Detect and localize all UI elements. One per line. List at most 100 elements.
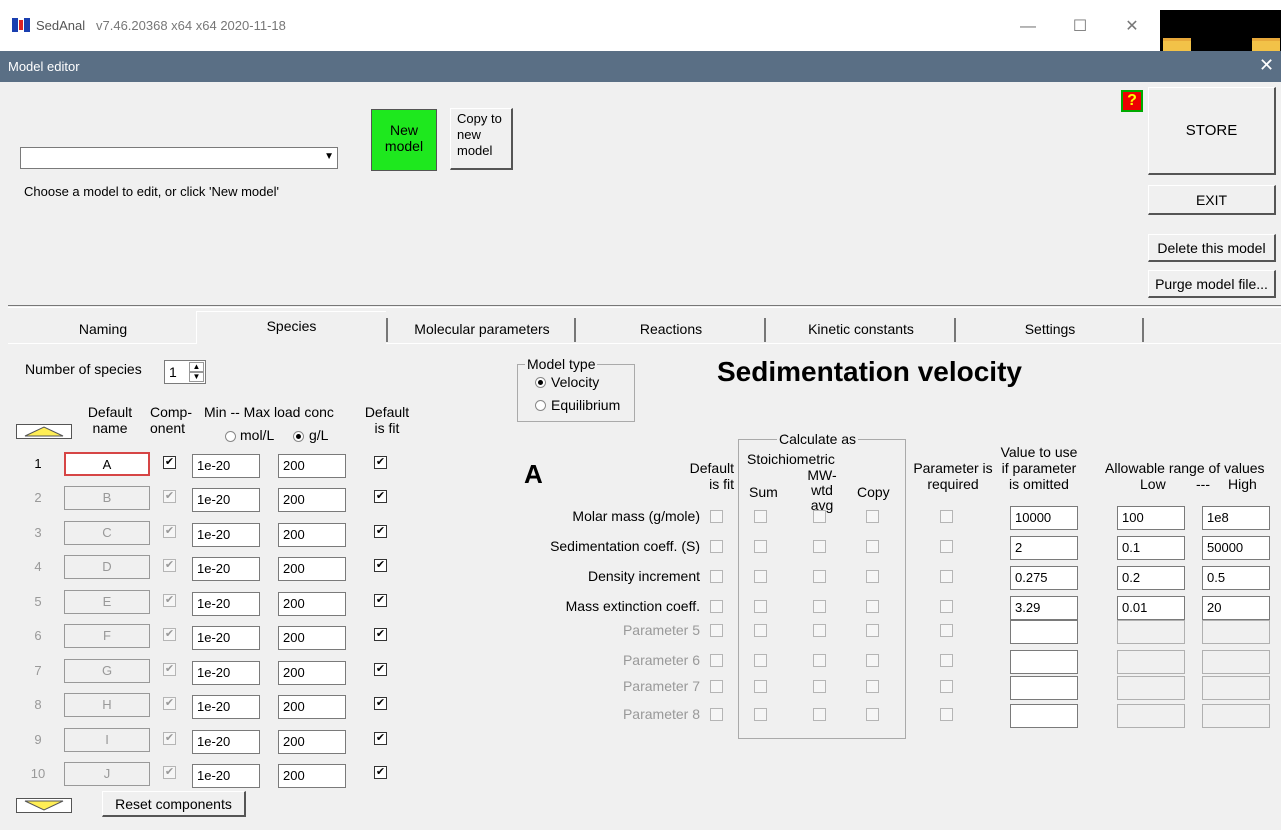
max-load-conc-input[interactable]: 200 bbox=[278, 488, 346, 512]
range-high-input[interactable] bbox=[1202, 676, 1270, 700]
default-fit-checkbox[interactable]: ✔ bbox=[374, 697, 387, 710]
range-low-input[interactable] bbox=[1117, 620, 1185, 644]
unit-g-radio[interactable] bbox=[293, 431, 304, 442]
omitted-value-input[interactable] bbox=[1010, 704, 1078, 728]
range-high-input[interactable] bbox=[1202, 650, 1270, 674]
required-checkbox[interactable] bbox=[940, 708, 953, 721]
range-low-input[interactable] bbox=[1117, 676, 1185, 700]
range-low-input[interactable] bbox=[1117, 650, 1185, 674]
mw-wtd-checkbox[interactable] bbox=[813, 570, 826, 583]
default-fit-checkbox[interactable]: ✔ bbox=[374, 663, 387, 676]
min-load-conc-input[interactable]: 1e-20 bbox=[192, 661, 260, 685]
min-load-conc-input[interactable]: 1e-20 bbox=[192, 454, 260, 478]
min-load-conc-input[interactable]: 1e-20 bbox=[192, 557, 260, 581]
copy-checkbox[interactable] bbox=[866, 624, 879, 637]
range-low-input[interactable]: 0.2 bbox=[1117, 566, 1185, 590]
sum-checkbox[interactable] bbox=[754, 540, 767, 553]
component-checkbox[interactable]: ✔ bbox=[163, 456, 176, 469]
sum-checkbox[interactable] bbox=[754, 624, 767, 637]
required-checkbox[interactable] bbox=[940, 540, 953, 553]
new-model-button[interactable]: New model bbox=[371, 109, 437, 171]
maximize-button[interactable]: ☐ bbox=[1060, 14, 1100, 40]
unit-mol-radio[interactable] bbox=[225, 431, 236, 442]
delete-model-button[interactable]: Delete this model bbox=[1148, 234, 1276, 262]
min-load-conc-input[interactable]: 1e-20 bbox=[192, 730, 260, 754]
min-load-conc-input[interactable]: 1e-20 bbox=[192, 523, 260, 547]
mw-wtd-checkbox[interactable] bbox=[813, 654, 826, 667]
mw-wtd-checkbox[interactable] bbox=[813, 708, 826, 721]
range-high-input[interactable]: 0.5 bbox=[1202, 566, 1270, 590]
range-high-input[interactable] bbox=[1202, 620, 1270, 644]
range-low-input[interactable]: 0.01 bbox=[1117, 596, 1185, 620]
max-load-conc-input[interactable]: 200 bbox=[278, 730, 346, 754]
spinner-down-icon[interactable]: ▼ bbox=[189, 372, 204, 382]
max-load-conc-input[interactable]: 200 bbox=[278, 764, 346, 788]
tab-settings[interactable]: Settings bbox=[958, 315, 1142, 343]
default-fit-checkbox[interactable]: ✔ bbox=[374, 732, 387, 745]
required-checkbox[interactable] bbox=[940, 600, 953, 613]
required-checkbox[interactable] bbox=[940, 680, 953, 693]
max-load-conc-input[interactable]: 200 bbox=[278, 592, 346, 616]
param-default-fit-checkbox[interactable] bbox=[710, 600, 723, 613]
copy-checkbox[interactable] bbox=[866, 510, 879, 523]
mw-wtd-checkbox[interactable] bbox=[813, 600, 826, 613]
scroll-up-arrow-icon[interactable] bbox=[16, 424, 72, 439]
mw-wtd-checkbox[interactable] bbox=[813, 624, 826, 637]
copy-checkbox[interactable] bbox=[866, 540, 879, 553]
sum-checkbox[interactable] bbox=[754, 600, 767, 613]
sum-checkbox[interactable] bbox=[754, 708, 767, 721]
default-fit-checkbox[interactable]: ✔ bbox=[374, 525, 387, 538]
copy-checkbox[interactable] bbox=[866, 570, 879, 583]
close-window-button[interactable]: ✕ bbox=[1112, 14, 1152, 40]
param-default-fit-checkbox[interactable] bbox=[710, 624, 723, 637]
velocity-radio[interactable] bbox=[535, 377, 546, 388]
min-load-conc-input[interactable]: 1e-20 bbox=[192, 626, 260, 650]
mw-wtd-checkbox[interactable] bbox=[813, 510, 826, 523]
max-load-conc-input[interactable]: 200 bbox=[278, 626, 346, 650]
default-fit-checkbox[interactable]: ✔ bbox=[374, 456, 387, 469]
max-load-conc-input[interactable]: 200 bbox=[278, 661, 346, 685]
mw-wtd-checkbox[interactable] bbox=[813, 540, 826, 553]
number-of-species-spinner[interactable]: 1 ▲ ▼ bbox=[164, 360, 206, 384]
sum-checkbox[interactable] bbox=[754, 510, 767, 523]
max-load-conc-input[interactable]: 200 bbox=[278, 557, 346, 581]
copy-checkbox[interactable] bbox=[866, 654, 879, 667]
spinner-up-icon[interactable]: ▲ bbox=[189, 362, 204, 372]
purge-model-file-button[interactable]: Purge model file... bbox=[1148, 270, 1276, 298]
tab-reactions[interactable]: Reactions bbox=[578, 315, 764, 343]
tab-naming[interactable]: Naming bbox=[10, 315, 196, 343]
minimize-button[interactable]: — bbox=[1008, 14, 1048, 40]
omitted-value-input[interactable]: 0.275 bbox=[1010, 566, 1078, 590]
copy-checkbox[interactable] bbox=[866, 600, 879, 613]
default-fit-checkbox[interactable]: ✔ bbox=[374, 594, 387, 607]
omitted-value-input[interactable]: 2 bbox=[1010, 536, 1078, 560]
omitted-value-input[interactable]: 10000 bbox=[1010, 506, 1078, 530]
min-load-conc-input[interactable]: 1e-20 bbox=[192, 592, 260, 616]
param-default-fit-checkbox[interactable] bbox=[710, 510, 723, 523]
tab-molecular-parameters[interactable]: Molecular parameters bbox=[392, 315, 572, 343]
store-button[interactable]: STORE bbox=[1148, 87, 1276, 175]
tab-species[interactable]: Species bbox=[196, 311, 386, 344]
sum-checkbox[interactable] bbox=[754, 680, 767, 693]
model-select[interactable]: ▼ bbox=[20, 147, 338, 169]
copy-checkbox[interactable] bbox=[866, 708, 879, 721]
range-high-input[interactable]: 50000 bbox=[1202, 536, 1270, 560]
omitted-value-input[interactable] bbox=[1010, 676, 1078, 700]
copy-checkbox[interactable] bbox=[866, 680, 879, 693]
mw-wtd-checkbox[interactable] bbox=[813, 680, 826, 693]
default-fit-checkbox[interactable]: ✔ bbox=[374, 559, 387, 572]
min-load-conc-input[interactable]: 1e-20 bbox=[192, 695, 260, 719]
param-default-fit-checkbox[interactable] bbox=[710, 570, 723, 583]
required-checkbox[interactable] bbox=[940, 570, 953, 583]
range-low-input[interactable]: 100 bbox=[1117, 506, 1185, 530]
omitted-value-input[interactable] bbox=[1010, 620, 1078, 644]
max-load-conc-input[interactable]: 200 bbox=[278, 454, 346, 478]
omitted-value-input[interactable] bbox=[1010, 650, 1078, 674]
sum-checkbox[interactable] bbox=[754, 654, 767, 667]
range-high-input[interactable]: 1e8 bbox=[1202, 506, 1270, 530]
param-default-fit-checkbox[interactable] bbox=[710, 540, 723, 553]
required-checkbox[interactable] bbox=[940, 624, 953, 637]
required-checkbox[interactable] bbox=[940, 654, 953, 667]
default-fit-checkbox[interactable]: ✔ bbox=[374, 766, 387, 779]
reset-components-button[interactable]: Reset components bbox=[102, 791, 246, 817]
